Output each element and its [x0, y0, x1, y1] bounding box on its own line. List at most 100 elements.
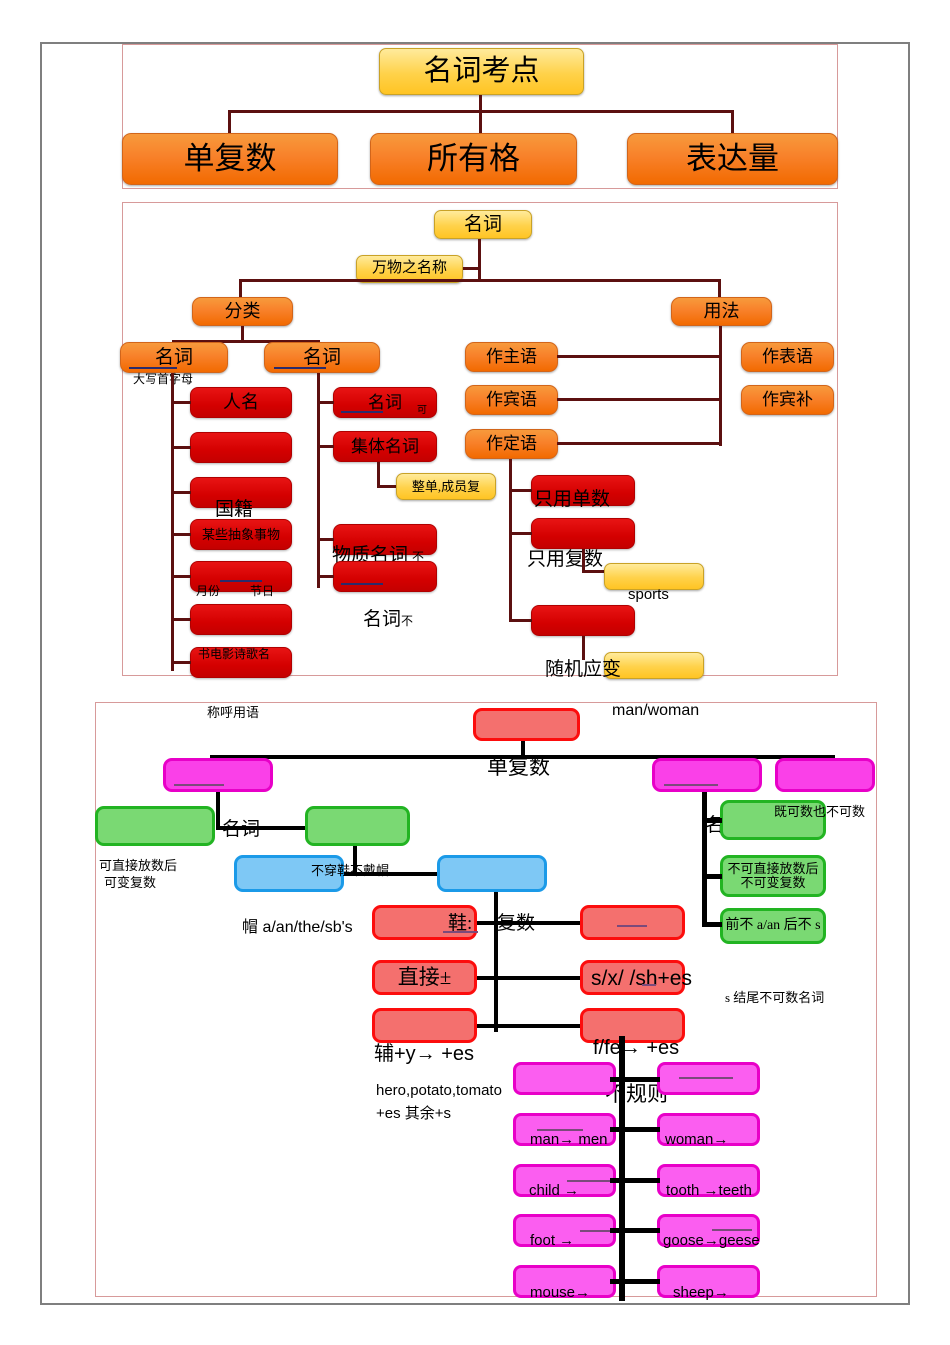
blank-underline-common — [274, 367, 326, 369]
blank-underline-irr-0 — [679, 1077, 733, 1079]
node-uncountable-rule[interactable]: 不可直接放数后 不可变复数 — [720, 855, 826, 897]
note-countable-2: 可变复数 — [104, 875, 157, 890]
label-months: 月份 — [196, 584, 221, 598]
label-abstract-mark: 不 — [401, 614, 414, 628]
connector-irr-row-0 — [610, 1077, 660, 1082]
blank-underline-countable-2 — [174, 784, 224, 786]
connector-proper-3 — [171, 533, 191, 536]
connector-common-1 — [317, 445, 334, 448]
connector-proper-2 — [171, 491, 191, 494]
label-sxsh-rule: s/x/ /sh+es — [591, 967, 692, 990]
node-root-title[interactable]: 名词考点 — [379, 48, 584, 95]
proper-noun-note: 大写首字母 — [133, 372, 194, 386]
connector-usage-spine — [719, 326, 722, 446]
blank-underline-irr-3 — [580, 1230, 613, 1232]
node-usage-complement[interactable]: 作宾补 — [741, 385, 834, 415]
label-festivals: 节日 — [250, 584, 275, 598]
mindmap-page: 名词考点 单复数 所有格 表达量 名词 万物之名称 分类 用法 名词 大写首字母… — [0, 0, 950, 1345]
connector-irr-row-3 — [610, 1228, 660, 1233]
node-number-root[interactable] — [473, 708, 580, 741]
node-plural-rule-right-0[interactable] — [580, 905, 685, 940]
note-man-woman: man/woman — [612, 702, 700, 719]
label-irr-right-1: woman→ — [665, 1131, 729, 1148]
connector-proper-4 — [171, 575, 191, 578]
connector-plural-row-2 — [477, 1024, 582, 1028]
node-usage[interactable]: 用法 — [671, 297, 772, 326]
connector-drop-1 — [228, 110, 231, 135]
note-hero-1: hero,potato,tomato — [376, 1082, 502, 1099]
node-countable[interactable] — [163, 758, 273, 792]
node-usage-predicative[interactable]: 作表语 — [741, 342, 834, 372]
node-proper-item-3[interactable]: 某些抽象事物 — [190, 519, 292, 550]
connector-number-1 — [509, 532, 532, 535]
node-singular-branch[interactable] — [305, 806, 410, 846]
label-plural-only: 只用复数 — [527, 549, 604, 570]
node-uncountable-article-rule[interactable]: 前不 a/an 后不 s — [720, 908, 826, 944]
label-irr-left-2: child → — [529, 1182, 580, 1199]
connector-irr-row-2 — [610, 1178, 660, 1183]
connector-level2-bus — [239, 279, 721, 282]
note-uncountable-1: 不可直接放数后 — [727, 861, 819, 877]
node-proper-item-5[interactable] — [190, 604, 292, 635]
blank-underline-uncountable — [664, 784, 718, 786]
node-plural-form[interactable] — [437, 855, 547, 892]
node-quantity[interactable]: 表达量 — [627, 133, 838, 185]
label-irr-left-4: mouse→ — [530, 1284, 591, 1301]
node-flex-rule[interactable] — [531, 605, 635, 636]
node-uncountable[interactable] — [652, 758, 762, 792]
connector-common-0 — [317, 401, 334, 404]
label-flex-note: 随机应变 — [545, 659, 622, 680]
node-plural-rule-left-1[interactable]: 直接± — [372, 960, 477, 995]
blank-underline-ch — [642, 984, 656, 986]
note-hero-2: +es 其余+s — [376, 1105, 452, 1122]
connector-proper-0 — [171, 401, 191, 404]
note-no-shoe-no-hat: 不穿鞋不戴帽 — [311, 863, 390, 878]
node-noun-root[interactable]: 名词 — [434, 210, 532, 239]
connector-singular-to-plural — [344, 872, 440, 876]
label-singular-only: 只用单数 — [534, 489, 611, 510]
connector-number-0 — [509, 489, 532, 492]
node-proper-item-0[interactable]: 人名 — [190, 387, 292, 418]
node-usage-object[interactable]: 作宾语 — [465, 385, 558, 415]
label-sports: sports — [628, 586, 669, 603]
note-uncountable-2: 不可变复数 — [740, 875, 806, 890]
blank-underline-right-0 — [617, 925, 647, 927]
node-abstract-noun[interactable] — [333, 561, 437, 592]
connector-root-stem — [479, 95, 482, 135]
node-usage-attributive[interactable]: 作定语 — [465, 429, 558, 459]
node-possessive[interactable]: 所有格 — [370, 133, 577, 185]
connector-plural-row-0 — [477, 921, 582, 925]
node-plural-singular[interactable]: 单复数 — [122, 133, 338, 185]
node-irregular-left-0[interactable] — [513, 1062, 616, 1095]
connector-drop-3 — [731, 110, 734, 135]
connector-uncountable-1 — [702, 874, 722, 879]
connector-root-bus — [228, 110, 734, 113]
note-articles: 帽 a/an/the/sb's — [242, 919, 353, 936]
connector-usage-object — [557, 398, 721, 401]
connector-irr-row-4 — [610, 1279, 660, 1284]
node-collective-noun[interactable]: 集体名词 — [333, 431, 437, 462]
connector-level2-left — [239, 279, 242, 299]
note-address-terms: 称呼用语 — [207, 705, 260, 720]
blank-underline-proper — [129, 367, 177, 369]
connector-definition — [463, 267, 481, 270]
connector-countable-spine — [216, 792, 220, 830]
connector-proper-1 — [171, 446, 191, 449]
connector-uncountable-0 — [702, 818, 722, 823]
connector-uncountable-2 — [702, 922, 722, 927]
connector-irr-row-1 — [610, 1127, 660, 1132]
node-collective-note[interactable]: 整单,成员复 — [396, 473, 496, 500]
connector-level2-right — [718, 279, 721, 299]
connector-proper-spine — [171, 373, 174, 671]
blank-underline-irr-3r — [712, 1229, 752, 1231]
node-both[interactable] — [775, 758, 875, 792]
label-ffe-rule: f/fe→ +es — [593, 1037, 680, 1059]
node-countable-rule[interactable] — [95, 806, 215, 846]
connector-usage-subject — [557, 355, 721, 358]
node-usage-subject[interactable]: 作主语 — [465, 342, 558, 372]
label-irr-left-3: foot → — [530, 1232, 575, 1249]
node-classification[interactable]: 分类 — [192, 297, 293, 326]
label-irr-right-3: goose→geese — [663, 1232, 760, 1249]
node-proper-item-1[interactable] — [190, 432, 292, 463]
connector-common-3 — [317, 575, 334, 578]
